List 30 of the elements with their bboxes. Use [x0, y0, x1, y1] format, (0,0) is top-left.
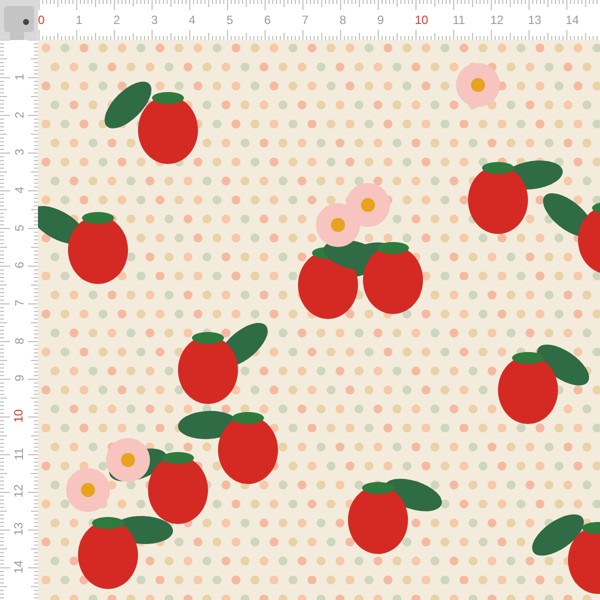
ruler-number: 12	[13, 484, 25, 498]
ruler-number: 1	[13, 74, 25, 80]
ruler-number: 0	[38, 14, 45, 26]
ruler-number: 10	[414, 14, 428, 26]
ruler-number: 5	[226, 14, 234, 26]
ruler-number: 9	[377, 14, 384, 26]
ruler-number: 7	[302, 14, 308, 26]
ruler-number: 2	[13, 111, 25, 118]
ruler-number: 13	[13, 522, 25, 536]
ruler-number: 3	[151, 14, 158, 26]
ruler-number: 11	[452, 14, 466, 26]
ruler-number: 8	[13, 337, 25, 344]
ruler-number: 13	[528, 14, 542, 26]
ruler-number: 8	[340, 14, 346, 26]
ruler-number: 14	[566, 14, 579, 26]
ruler-number: 4	[13, 186, 25, 194]
ruler-number: 6	[264, 14, 271, 26]
ruler-number: 6	[13, 262, 25, 269]
ruler-number: 4	[188, 14, 196, 26]
ruler-number: 3	[13, 148, 25, 156]
ruler-number: 1	[76, 14, 82, 26]
ruler-number: 7	[13, 300, 25, 306]
ruler-number: 5	[13, 224, 25, 231]
ruler-number: 9	[13, 375, 25, 382]
ruler-number: 2	[113, 14, 120, 26]
ruler-number: 11	[13, 447, 25, 460]
ruler-number: 12	[490, 14, 504, 26]
ruler-number: 10	[13, 409, 25, 423]
ruler-clamp-drawing	[0, 0, 38, 40]
ruler-number: 14	[13, 560, 25, 574]
